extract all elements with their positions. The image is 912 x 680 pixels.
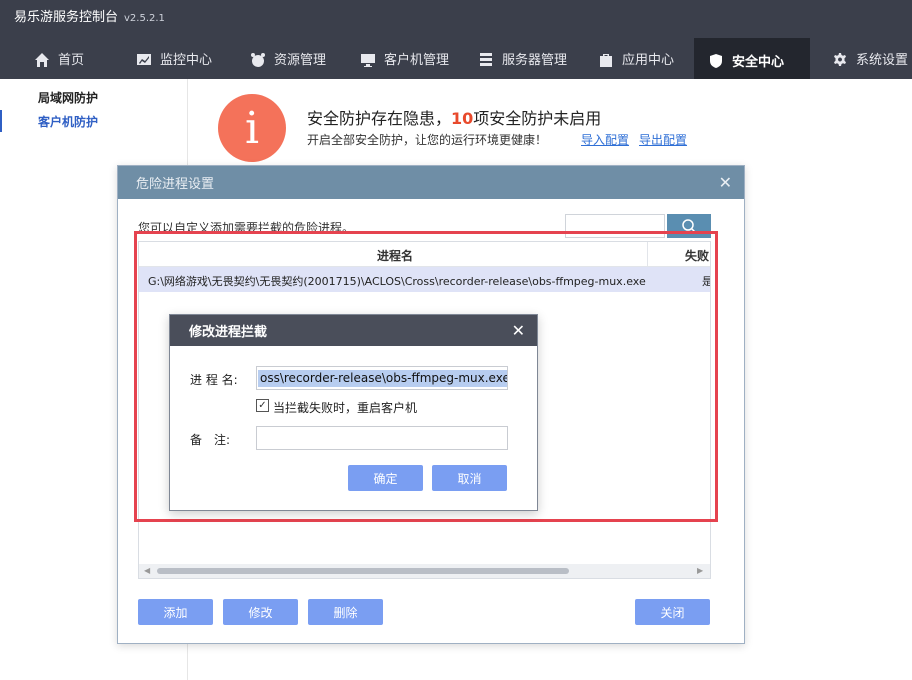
dialog-header: 危险进程设置 ✕ xyxy=(118,166,744,199)
nav-label: 服务器管理 xyxy=(502,53,568,68)
sidebar-item-client-protection[interactable]: 客户机防护 xyxy=(38,113,98,130)
app-version: v2.5.2.1 xyxy=(124,13,165,24)
sidebar-item-lan-protection[interactable]: 局域网防护 xyxy=(38,89,98,106)
nav-item-settings[interactable]: 系统设置 xyxy=(818,38,912,79)
info-alert-icon: i xyxy=(218,94,286,162)
nav-item-apps[interactable]: 应用中心 xyxy=(584,38,690,79)
delete-button[interactable]: 删除 xyxy=(308,599,383,625)
scroll-right-icon[interactable]: ▶ xyxy=(697,566,703,575)
close-icon[interactable]: ✕ xyxy=(719,173,732,192)
modify-dialog-header: 修改进程拦截 ✕ xyxy=(170,315,537,346)
app-store-icon xyxy=(598,52,614,67)
nav-item-client[interactable]: 客户机管理 xyxy=(346,38,464,79)
nav-label: 首页 xyxy=(58,53,85,68)
sidebar-active-marker xyxy=(0,110,2,132)
nav-label: 系统设置 xyxy=(856,53,909,68)
dialog-title: 危险进程设置 xyxy=(136,177,215,192)
alert-title-prefix: 安全防护存在隐患， xyxy=(307,109,452,128)
cancel-button[interactable]: 取消 xyxy=(432,465,507,491)
nav-label: 安全中心 xyxy=(732,54,785,70)
import-config-link[interactable]: 导入配置 xyxy=(581,131,629,148)
nav-label: 监控中心 xyxy=(160,53,213,68)
resource-icon xyxy=(250,52,266,67)
horizontal-scrollbar[interactable]: ◀ ▶ xyxy=(139,564,710,578)
modify-dialog-title: 修改进程拦截 xyxy=(189,325,268,340)
gear-icon xyxy=(832,52,848,66)
alert-title-suffix: 项安全防护未启用 xyxy=(473,109,602,128)
modify-button[interactable]: 修改 xyxy=(223,599,298,625)
process-name-label: 进 程 名: xyxy=(190,373,238,387)
remark-label: 备 注: xyxy=(190,433,231,447)
top-bar: 易乐游服务控制台 v2.5.2.1 首页 监控中心 资源管理 客户机管理 服务器管… xyxy=(0,0,912,79)
nav-item-home[interactable]: 首页 xyxy=(20,38,104,79)
nav-item-resource[interactable]: 资源管理 xyxy=(236,38,340,79)
process-name-value: oss\recorder-release\obs-ffmpeg-mux.exe xyxy=(258,370,507,387)
scrollbar-thumb[interactable] xyxy=(157,568,569,574)
main-nav: 首页 监控中心 资源管理 客户机管理 服务器管理 应用中心 安全中心 系统设置 xyxy=(0,38,912,79)
close-button[interactable]: 关闭 xyxy=(635,599,710,625)
nav-item-server[interactable]: 服务器管理 xyxy=(464,38,582,79)
app-name: 易乐游服务控制台 xyxy=(14,10,119,25)
app-title: 易乐游服务控制台 v2.5.2.1 xyxy=(14,6,165,25)
restart-client-checkbox[interactable]: ✓ xyxy=(256,399,269,412)
nav-item-security[interactable]: 安全中心 xyxy=(694,38,810,79)
nav-label: 资源管理 xyxy=(274,53,327,68)
add-button[interactable]: 添加 xyxy=(138,599,213,625)
nav-item-monitor[interactable]: 监控中心 xyxy=(122,38,226,79)
shield-icon xyxy=(708,53,724,68)
close-icon[interactable]: ✕ xyxy=(512,321,525,340)
alert-subtitle: 开启全部安全防护，让您的运行环境更健康！ xyxy=(307,133,548,147)
home-icon xyxy=(34,52,50,67)
nav-label: 应用中心 xyxy=(622,53,675,68)
alert-count: 10 xyxy=(451,109,474,128)
server-icon xyxy=(478,52,494,66)
export-config-link[interactable]: 导出配置 xyxy=(639,131,687,148)
scroll-left-icon[interactable]: ◀ xyxy=(144,566,150,575)
modify-process-dialog: 修改进程拦截 ✕ 进 程 名: oss\recorder-release\obs… xyxy=(169,314,538,511)
nav-label: 客户机管理 xyxy=(384,53,450,68)
alert-title: 安全防护存在隐患，10项安全防护未启用 xyxy=(307,105,601,129)
ok-button[interactable]: 确定 xyxy=(348,465,423,491)
monitor-chart-icon xyxy=(136,52,152,66)
restart-client-label[interactable]: 当拦截失败时，重启客户机 xyxy=(273,399,417,416)
remark-field[interactable] xyxy=(256,426,508,450)
client-computer-icon xyxy=(360,52,376,67)
process-name-field[interactable]: oss\recorder-release\obs-ffmpeg-mux.exe xyxy=(256,366,508,390)
